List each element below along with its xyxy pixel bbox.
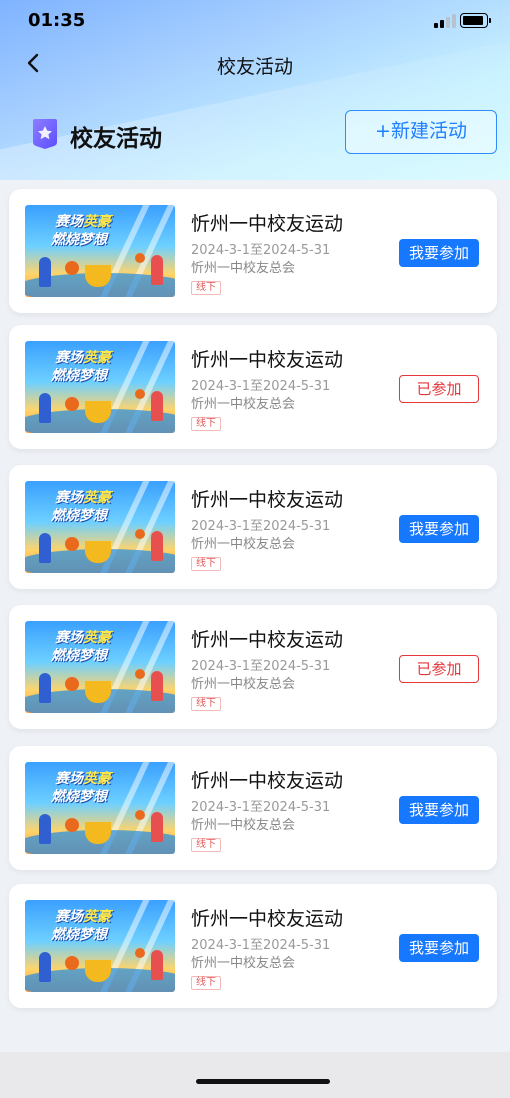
banner-text-a: 赛场 [55,630,83,646]
header: 01:35 校友活动 校友活动 +新建活动 [0,0,510,180]
banner-text-c: 燃烧梦想 [51,368,107,384]
activity-organizer: 忻州一中校友总会 [191,818,296,833]
new-activity-button[interactable]: +新建活动 [345,110,497,154]
activity-title: 忻州一中校友运动 [191,489,344,511]
activity-title: 忻州一中校友运动 [191,770,344,792]
activity-banner-image: 赛场英豪 燃烧梦想 [25,341,175,433]
banner-text-a: 赛场 [55,771,83,787]
activity-organizer: 忻州一中校友总会 [191,956,296,971]
activity-title: 忻州一中校友运动 [191,213,344,235]
activity-card[interactable]: 赛场英豪 燃烧梦想 忻州一中校友运动 2024-3-1至2024-5-31 忻州… [9,189,497,313]
join-button[interactable]: 我要参加 [399,515,479,543]
battery-icon [460,13,491,28]
banner-text-b: 英豪 [83,350,111,366]
activity-date: 2024-3-1至2024-5-31 [191,938,331,953]
activity-card[interactable]: 赛场英豪 燃烧梦想 忻州一中校友运动 2024-3-1至2024-5-31 忻州… [9,746,497,870]
joined-button[interactable]: 已参加 [399,655,479,683]
join-button[interactable]: 我要参加 [399,934,479,962]
banner-text-b: 英豪 [83,214,111,230]
banner-text-c: 燃烧梦想 [51,789,107,805]
activity-tag: 线下 [191,417,221,431]
status-time: 01:35 [28,10,86,31]
activity-organizer: 忻州一中校友总会 [191,261,296,276]
activity-card[interactable]: 赛场英豪 燃烧梦想 忻州一中校友运动 2024-3-1至2024-5-31 忻州… [9,884,497,1008]
activity-tag: 线下 [191,281,221,295]
status-bar: 01:35 [0,0,510,44]
activity-tag: 线下 [191,976,221,990]
banner-text-a: 赛场 [55,214,83,230]
signal-icon [434,14,458,28]
banner-text-b: 英豪 [83,630,111,646]
page-title: 校友活动 [216,56,293,78]
activity-card[interactable]: 赛场英豪 燃烧梦想 忻州一中校友运动 2024-3-1至2024-5-31 忻州… [9,605,497,729]
banner-text-b: 英豪 [83,771,111,787]
activity-banner-image: 赛场英豪 燃烧梦想 [25,621,175,713]
banner-text-c: 燃烧梦想 [51,232,107,248]
join-button[interactable]: 我要参加 [399,796,479,824]
activity-date: 2024-3-1至2024-5-31 [191,519,331,534]
activity-date: 2024-3-1至2024-5-31 [191,800,331,815]
activity-title: 忻州一中校友运动 [191,349,344,371]
activity-tag: 线下 [191,838,221,852]
banner-text-b: 英豪 [83,909,111,925]
joined-button[interactable]: 已参加 [399,375,479,403]
activity-banner-image: 赛场英豪 燃烧梦想 [25,900,175,992]
activity-organizer: 忻州一中校友总会 [191,537,296,552]
activity-banner-image: 赛场英豪 燃烧梦想 [25,481,175,573]
activity-title: 忻州一中校友运动 [191,629,344,651]
banner-text-c: 燃烧梦想 [51,508,107,524]
join-button[interactable]: 我要参加 [399,239,479,267]
banner-text-c: 燃烧梦想 [51,648,107,664]
activity-title: 忻州一中校友运动 [191,908,344,930]
activity-tag: 线下 [191,697,221,711]
home-bar [0,1052,510,1098]
activity-date: 2024-3-1至2024-5-31 [191,379,331,394]
banner-text-a: 赛场 [55,350,83,366]
section-title: 校友活动 [70,126,162,152]
activity-card[interactable]: 赛场英豪 燃烧梦想 忻州一中校友运动 2024-3-1至2024-5-31 忻州… [9,465,497,589]
activity-organizer: 忻州一中校友总会 [191,677,296,692]
banner-text-a: 赛场 [55,909,83,925]
activity-banner-image: 赛场英豪 燃烧梦想 [25,762,175,854]
star-badge-icon [33,119,57,149]
activity-card[interactable]: 赛场英豪 燃烧梦想 忻州一中校友运动 2024-3-1至2024-5-31 忻州… [9,325,497,449]
banner-text-c: 燃烧梦想 [51,927,107,943]
activity-date: 2024-3-1至2024-5-31 [191,659,331,674]
activity-organizer: 忻州一中校友总会 [191,397,296,412]
activity-banner-image: 赛场英豪 燃烧梦想 [25,205,175,297]
activity-date: 2024-3-1至2024-5-31 [191,243,331,258]
banner-text-a: 赛场 [55,490,83,506]
activity-tag: 线下 [191,557,221,571]
banner-text-b: 英豪 [83,490,111,506]
home-indicator[interactable] [196,1079,330,1084]
